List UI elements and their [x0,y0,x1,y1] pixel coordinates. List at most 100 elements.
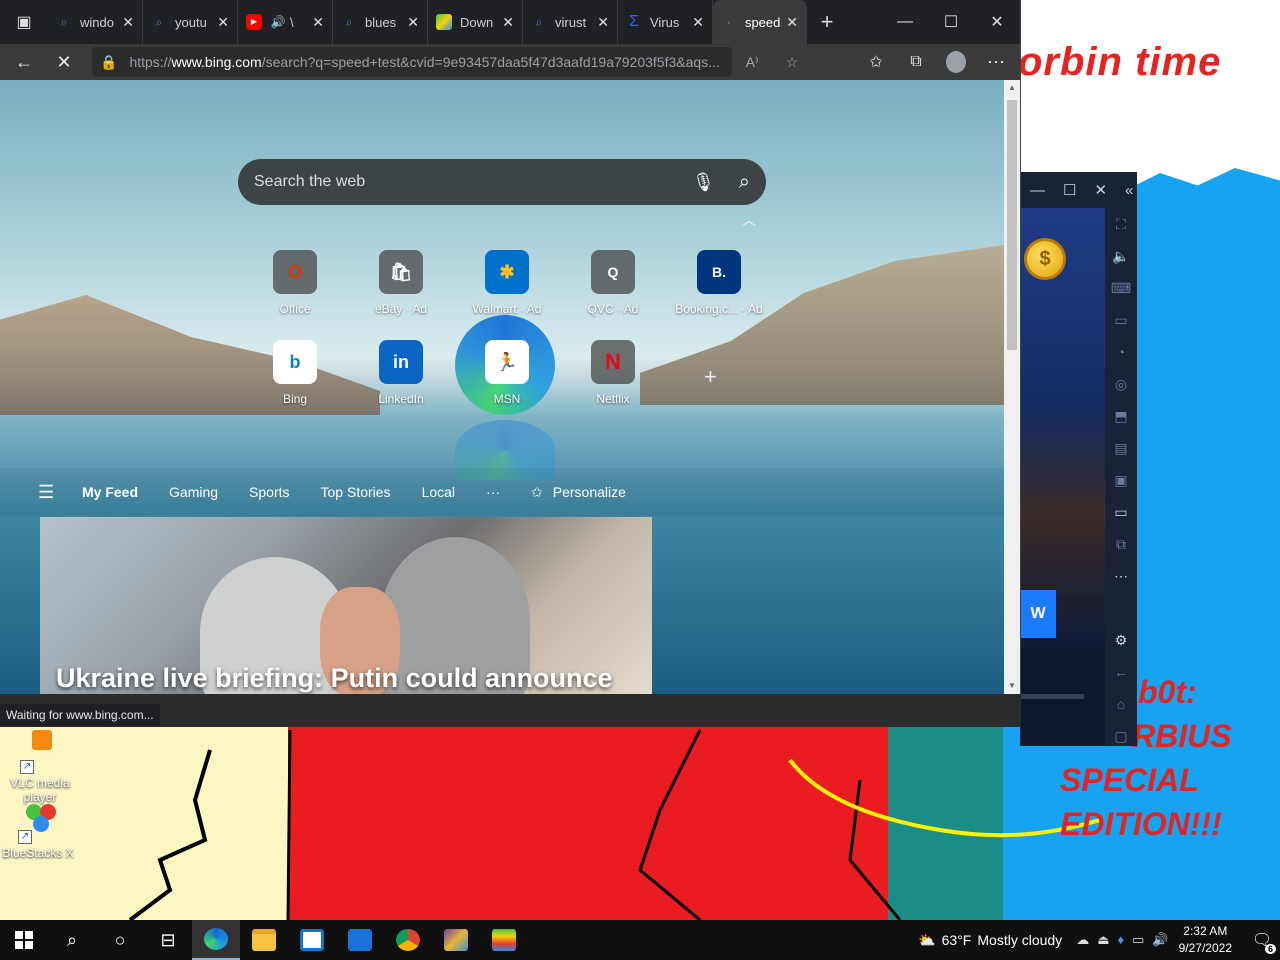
app-tray-icon[interactable]: ♦ [1117,932,1124,948]
tab-6[interactable]: Σ Virus ✕ [618,0,713,44]
minimize-button[interactable]: — [882,0,928,44]
more-icon[interactable]: ⋯ [1105,560,1137,592]
network-icon[interactable]: ▭ [1132,932,1144,948]
audio-playing-icon[interactable]: 🔊 [270,14,286,30]
home-icon[interactable]: ⌂ [1105,688,1137,720]
close-tab-icon[interactable]: ✕ [496,14,514,31]
clock[interactable]: 2:32 AM 9/27/2022 [1179,923,1232,957]
menu-icon[interactable]: ☰ [38,482,56,503]
read-aloud-icon[interactable]: A⁾ [732,44,772,80]
task-view-icon[interactable]: ⊟ [144,920,192,960]
quick-link-office[interactable]: O Office [245,250,345,316]
minimize-button[interactable]: — [1030,182,1045,199]
chrome-icon[interactable] [384,920,432,960]
quick-link-walmart[interactable]: ✱ Walmart · Ad [457,250,557,316]
personalize-button[interactable]: ✩ Personalize [531,484,626,501]
feed-more-button[interactable]: ··· [486,484,500,500]
collapse-chevron-icon[interactable]: ︿ [742,210,756,230]
keymap-icon[interactable]: ⌨ [1105,272,1137,304]
quick-link-linkedin[interactable]: in LinkedIn [351,340,451,406]
close-tab-icon[interactable]: ✕ [591,14,609,31]
feed-tab-my-feed[interactable]: My Feed [82,484,138,500]
multi-instance-icon[interactable]: ▤ [1105,432,1137,464]
tab-7-active[interactable]: · speed ✕ [713,0,807,44]
close-tab-icon[interactable]: ✕ [401,14,419,31]
close-tab-icon[interactable]: ✕ [116,14,134,31]
add-favorite-icon[interactable]: ☆ [772,44,812,80]
close-tab-icon[interactable]: ✕ [780,14,798,31]
maximize-button[interactable]: ☐ [928,0,974,44]
quick-link-bing[interactable]: b Bing [245,340,345,406]
quick-link-booking[interactable]: B. Booking.c... · Ad [669,250,769,316]
tab-2[interactable]: ▶ 🔊 \ ✕ [238,0,333,44]
back-button[interactable]: ← [4,44,44,80]
edge-browser-window[interactable]: ▣ ⌕ windo ✕ ⌕ youtu ✕ ▶ 🔊 \ ✕ ⌕ blues ✕ … [0,0,1021,727]
back-icon[interactable]: ← [1105,656,1137,688]
collapse-sidebar-button[interactable]: « [1125,182,1133,199]
page-viewport[interactable]: Search the web 🎙 ⌕ ︿ O Office 🛍 eBay · A… [0,80,1004,694]
stop-loading-button[interactable]: ✕ [44,44,84,80]
notifications-button[interactable]: 🗨 6 [1244,930,1280,954]
news-card[interactable]: Ukraine live briefing: Putin could annou… [40,517,652,694]
close-button[interactable]: ✕ [974,0,1020,44]
volume-icon[interactable]: 🔈 [1105,240,1137,272]
lock-icon[interactable]: 🔒 [100,54,117,71]
feed-tab-sports[interactable]: Sports [249,484,289,500]
bluestacks-taskbar-icon[interactable] [480,920,528,960]
rotate-icon[interactable]: ▣ [1105,464,1137,496]
profile-button[interactable] [936,44,976,80]
cloud-sync-icon[interactable]: ☁ [1076,932,1089,948]
settings-icon[interactable]: ⚙ [1105,624,1137,656]
quick-link-ebay[interactable]: 🛍 eBay · Ad [351,250,451,316]
file-explorer-icon[interactable] [240,920,288,960]
quick-link-msn[interactable]: 🏃 MSN [457,340,557,406]
close-button[interactable]: ✕ [1094,181,1107,199]
recent-apps-icon[interactable]: ▢ [1105,720,1137,752]
close-tab-icon[interactable]: ✕ [211,14,229,31]
feed-tab-top-stories[interactable]: Top Stories [321,484,391,500]
favorites-icon[interactable]: ✩ [856,44,896,80]
game-view[interactable]: $ W [1020,208,1105,648]
tab-5[interactable]: ⌕ virust ✕ [523,0,618,44]
add-quick-link-icon[interactable]: + [704,364,717,390]
quick-link-netflix[interactable]: N Netflix [563,340,663,406]
quick-link-qvc[interactable]: Q QVC · Ad [563,250,663,316]
web-search-box[interactable]: Search the web 🎙 ⌕ [238,159,766,205]
microsoft-store-icon[interactable] [288,920,336,960]
scroll-thumb[interactable] [1007,100,1017,350]
maximize-button[interactable]: ☐ [1063,181,1076,199]
fullscreen-icon[interactable]: ⛶ [1105,208,1137,240]
game-button[interactable]: W [1020,590,1056,638]
tab-1[interactable]: ⌕ youtu ✕ [143,0,238,44]
record-icon[interactable]: ◔ [1105,336,1137,368]
search-icon[interactable]: ⌕ [48,920,96,960]
copy-icon[interactable]: ⧉ [1105,528,1137,560]
microphone-icon[interactable]: 🎙 [692,172,715,193]
screenshot-icon[interactable]: ▭ [1105,304,1137,336]
start-button[interactable] [0,920,48,960]
desktop-icon-vlc[interactable]: ↗ VLC media player [0,730,80,804]
close-tab-icon[interactable]: ✕ [306,14,324,31]
desktop-icon-bluestacks[interactable]: ↗ BlueStacks X [0,800,78,860]
close-tab-icon[interactable]: ✕ [686,14,704,31]
settings-more-icon[interactable]: ⋯ [976,44,1016,80]
tab-3[interactable]: ⌕ blues ✕ [333,0,428,44]
page-scrollbar[interactable]: ▲ ▼ [1004,80,1020,694]
volume-icon[interactable]: 🔊 [1152,932,1168,948]
new-tab-button[interactable]: + [807,9,847,35]
search-icon[interactable]: ⌕ [739,171,750,194]
address-bar[interactable]: 🔒 https://www.bing.com/search?q=speed+te… [92,47,732,77]
edge-taskbar-icon[interactable] [192,920,240,960]
tab-actions-icon[interactable]: ▣ [0,0,48,44]
cortana-icon[interactable]: ○ [96,920,144,960]
archive-app-icon[interactable] [432,920,480,960]
scroll-up-icon[interactable]: ▲ [1004,80,1020,96]
usb-icon[interactable]: ⏏ [1097,932,1109,948]
feed-tab-gaming[interactable]: Gaming [169,484,218,500]
tab-0[interactable]: ⌕ windo ✕ [48,0,143,44]
install-apk-icon[interactable]: ⬒ [1105,400,1137,432]
news-headline[interactable]: Ukraine live briefing: Putin could annou… [56,663,613,694]
tab-4[interactable]: Down ✕ [428,0,523,44]
search-input[interactable]: Search the web [254,173,365,191]
weather-widget[interactable]: ⛅ 63°F Mostly cloudy [918,932,1062,949]
